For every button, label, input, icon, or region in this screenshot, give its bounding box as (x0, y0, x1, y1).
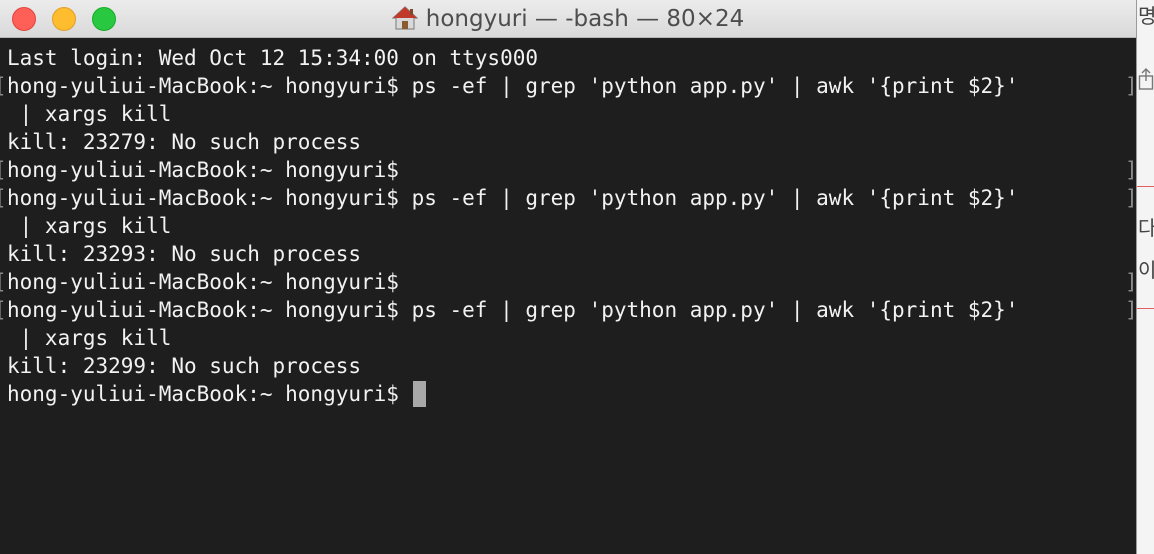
terminal-line: kill: 23299: No such process (7, 354, 362, 378)
line-mark-right: ] (1125, 296, 1136, 324)
terminal-line: kill: 23279: No such process (7, 130, 362, 154)
title-bar[interactable]: hongyuri — -bash — 80×24 (0, 0, 1136, 38)
terminal-line: hong-yuliui-MacBook:~ hongyuri$ ps -ef |… (7, 74, 1019, 98)
background-text: 이 (1138, 254, 1154, 283)
prompt-text: hong-yuliui-MacBook:~ hongyuri$ (7, 382, 412, 406)
text-cursor (412, 381, 426, 407)
line-mark-left: [ (0, 268, 7, 296)
background-divider (1137, 186, 1154, 187)
background-text: 다 (1138, 212, 1154, 241)
background-text: 명 (1138, 0, 1154, 29)
terminal-line: hong-yuliui-MacBook:~ hongyuri$ (7, 158, 399, 182)
terminal-line: kill: 23293: No such process (7, 242, 362, 266)
terminal-line: | xargs kill (7, 102, 172, 126)
background-window-edge: 명 다 이 (1136, 0, 1154, 554)
terminal-line: Last login: Wed Oct 12 15:34:00 on ttys0… (7, 46, 539, 70)
prompt-line[interactable]: hong-yuliui-MacBook:~ hongyuri$ (7, 380, 426, 408)
line-mark-left: [ (0, 184, 7, 212)
home-icon (391, 6, 418, 30)
terminal-output[interactable]: Last login: Wed Oct 12 15:34:00 on ttys0… (0, 38, 1136, 554)
line-mark-left: [ (0, 296, 7, 324)
line-mark-right: ] (1125, 184, 1136, 212)
window-title-text: hongyuri — -bash — 80×24 (425, 6, 745, 32)
share-icon (1138, 68, 1154, 90)
window-title: hongyuri — -bash — 80×24 (0, 0, 1136, 38)
terminal-line: | xargs kill (7, 326, 172, 350)
terminal-window: hongyuri — -bash — 80×24 Last login: Wed… (0, 0, 1154, 554)
line-mark-right: ] (1125, 156, 1136, 184)
line-mark-left: [ (0, 156, 7, 184)
terminal-line: hong-yuliui-MacBook:~ hongyuri$ (7, 270, 399, 294)
terminal-line: hong-yuliui-MacBook:~ hongyuri$ ps -ef |… (7, 186, 1019, 210)
background-divider (1137, 308, 1154, 309)
line-mark-right: ] (1125, 268, 1136, 296)
terminal-line: hong-yuliui-MacBook:~ hongyuri$ ps -ef |… (7, 298, 1019, 322)
line-mark-right: ] (1125, 72, 1136, 100)
line-mark-left: [ (0, 72, 7, 100)
terminal-line: | xargs kill (7, 214, 172, 238)
